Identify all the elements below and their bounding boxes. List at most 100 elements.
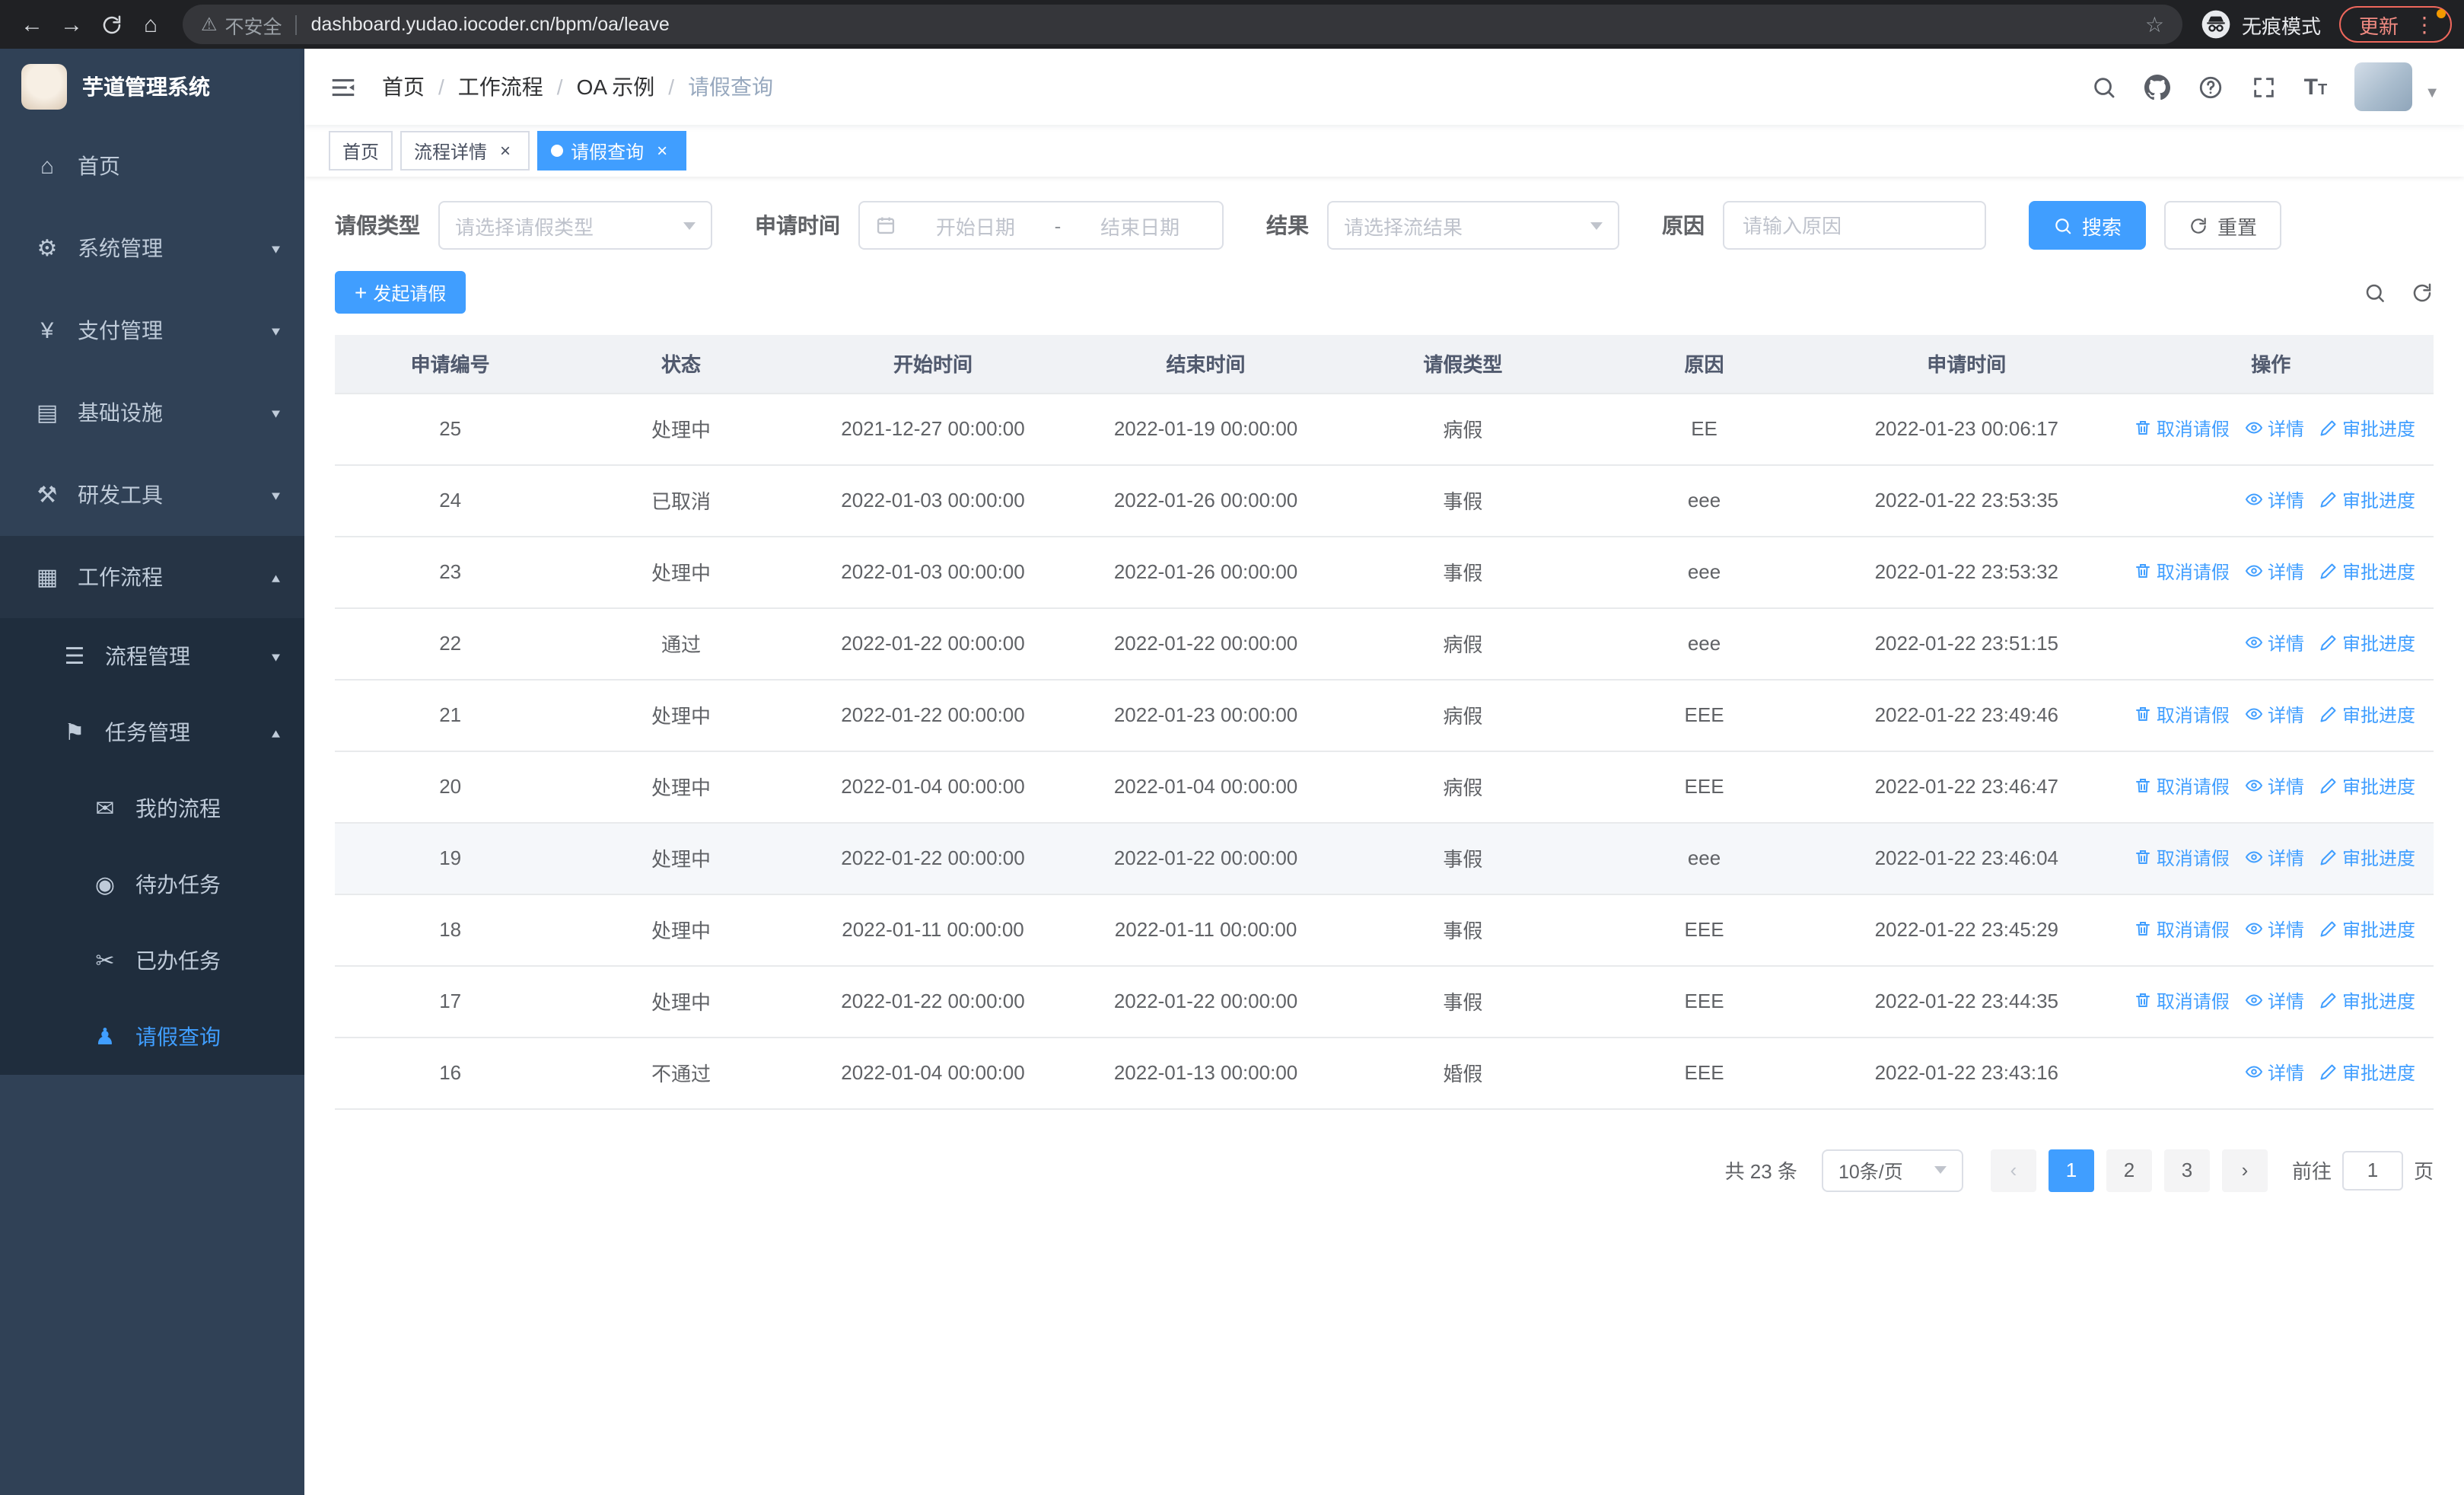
sidebar-item-task-mgmt[interactable]: ⚑ 任务管理 ▴ (0, 694, 304, 770)
table-row[interactable]: 18 处理中 2022-01-11 00:00:00 2022-01-11 00:00… (335, 894, 2434, 966)
cancel-leave-link[interactable]: 取消请假 (2134, 988, 2230, 1014)
detail-link[interactable]: 详情 (2245, 845, 2304, 871)
approval-progress-link[interactable]: 审批进度 (2319, 988, 2415, 1014)
sidebar-item-home[interactable]: ⌂ 首页 (0, 125, 304, 207)
help-icon[interactable] (2198, 74, 2224, 100)
browser-home-icon[interactable]: ⌂ (131, 5, 170, 44)
app-logo[interactable]: 芋道管理系统 (0, 49, 304, 125)
detail-link[interactable]: 详情 (2245, 916, 2304, 942)
detail-link[interactable]: 详情 (2245, 988, 2304, 1014)
leave-type-placeholder: 请选择请假类型 (455, 215, 594, 238)
sidebar-item-infrastructure[interactable]: ▤ 基础设施 ▾ (0, 371, 304, 454)
table-row[interactable]: 19 处理中 2022-01-22 00:00:00 2022-01-22 00:00… (335, 822, 2434, 894)
cancel-leave-link[interactable]: 取消请假 (2134, 416, 2230, 441)
page-size-select[interactable]: 10条/页 (1821, 1149, 1963, 1191)
sidebar-item-workflow[interactable]: ▦ 工作流程 ▴ (0, 536, 304, 618)
approval-progress-link[interactable]: 审批进度 (2319, 487, 2415, 513)
approval-progress-link[interactable]: 审批进度 (2319, 559, 2415, 585)
table-row[interactable]: 23 处理中 2022-01-03 00:00:00 2022-01-26 00:00… (335, 536, 2434, 608)
goto-prefix: 前往 (2291, 1160, 2332, 1183)
sidebar-item-todo-tasks[interactable]: ◉ 待办任务 (0, 846, 304, 923)
tab-leave-query[interactable]: 请假查询 × (537, 131, 687, 171)
approval-progress-link[interactable]: 审批进度 (2319, 702, 2415, 728)
search-icon[interactable] (2091, 74, 2117, 100)
sidebar-item-leave-query[interactable]: ♟ 请假查询 (0, 999, 304, 1075)
browser-forward-icon[interactable]: → (52, 5, 91, 44)
chevron-down-icon: ▾ (271, 487, 280, 504)
table-row[interactable]: 22 通过 2022-01-22 00:00:00 2022-01-22 00:00:… (335, 607, 2434, 680)
sidebar-toggle-icon[interactable] (329, 72, 358, 101)
sidebar-item-done-tasks[interactable]: ✂ 已办任务 (0, 923, 304, 999)
close-icon[interactable]: × (651, 140, 673, 161)
sidebar-item-system-mgmt[interactable]: ⚙ 系统管理 ▾ (0, 207, 304, 289)
table-row[interactable]: 16 不通过 2022-01-04 00:00:00 2022-01-13 00:00… (335, 1037, 2434, 1109)
active-tab-dot (551, 145, 564, 157)
approval-progress-link[interactable]: 审批进度 (2319, 1060, 2415, 1085)
page-button-1[interactable]: 1 (2048, 1149, 2094, 1191)
sidebar-item-my-process[interactable]: ✉ 我的流程 (0, 770, 304, 846)
url-text[interactable]: dashboard.yudao.iocoder.cn/bpm/oa/leave (311, 14, 2133, 35)
prev-page-button[interactable]: ‹ (1990, 1149, 2036, 1191)
reason-input[interactable] (1723, 201, 1986, 250)
page-button-3[interactable]: 3 (2163, 1149, 2210, 1191)
user-avatar[interactable] (2354, 62, 2413, 111)
browser-menu-icon[interactable]: ⋮ (2409, 9, 2446, 35)
table-row[interactable]: 25 处理中 2021-12-27 00:00:00 2022-01-19 00:00… (335, 393, 2434, 465)
apply-time-range-picker[interactable]: 开始日期 - 结束日期 (858, 201, 1224, 250)
browser-back-icon[interactable]: ← (12, 5, 52, 44)
user-menu-caret-icon[interactable]: ▼ (2424, 85, 2440, 111)
table-row[interactable]: 24 已取消 2022-01-03 00:00:00 2022-01-26 00:00… (335, 464, 2434, 537)
toggle-search-icon[interactable] (2364, 281, 2386, 304)
create-leave-button[interactable]: + 发起请假 (335, 271, 466, 314)
github-icon[interactable] (2144, 74, 2170, 100)
cancel-leave-link[interactable]: 取消请假 (2134, 559, 2230, 585)
page-button-2[interactable]: 2 (2106, 1149, 2152, 1191)
detail-link[interactable]: 详情 (2245, 416, 2304, 441)
next-page-button[interactable]: › (2221, 1149, 2268, 1191)
browser-reload-icon[interactable] (91, 5, 131, 44)
font-size-icon[interactable]: TT (2304, 75, 2328, 98)
approval-progress-link[interactable]: 审批进度 (2319, 630, 2415, 656)
sidebar-item-dev-tools[interactable]: ⚒ 研发工具 ▾ (0, 454, 304, 536)
approval-progress-link[interactable]: 审批进度 (2319, 916, 2415, 942)
tab-process-detail[interactable]: 流程详情 × (400, 131, 530, 171)
detail-link[interactable]: 详情 (2245, 559, 2304, 585)
table-row[interactable]: 20 处理中 2022-01-04 00:00:00 2022-01-04 00:00… (335, 751, 2434, 823)
breadcrumb-item-0[interactable]: 首页 (382, 72, 425, 102)
refresh-table-icon[interactable] (2411, 281, 2434, 304)
security-warning-icon[interactable]: ⚠ (201, 14, 218, 35)
search-button[interactable]: 搜索 (2029, 201, 2147, 250)
leave-type-select[interactable]: 请选择请假类型 (438, 201, 712, 250)
tab-home[interactable]: 首页 (329, 131, 393, 171)
detail-link[interactable]: 详情 (2245, 487, 2304, 513)
fullscreen-icon[interactable] (2251, 74, 2277, 100)
approval-progress-link[interactable]: 审批进度 (2319, 416, 2415, 441)
reset-button[interactable]: 重置 (2164, 201, 2282, 250)
cancel-leave-link[interactable]: 取消请假 (2134, 845, 2230, 871)
bookmark-star-icon[interactable]: ☆ (2145, 11, 2164, 37)
sidebar-item-process-mgmt[interactable]: ☰ 流程管理 ▾ (0, 618, 304, 694)
detail-link[interactable]: 详情 (2245, 702, 2304, 728)
close-icon[interactable]: × (495, 140, 516, 161)
cancel-leave-link[interactable]: 取消请假 (2134, 702, 2230, 728)
eye-icon (2245, 849, 2263, 867)
detail-link[interactable]: 详情 (2245, 630, 2304, 656)
cancel-leave-link[interactable]: 取消请假 (2134, 773, 2230, 799)
security-label[interactable]: 不安全 (225, 10, 282, 39)
result-select[interactable]: 请选择流结果 (1327, 201, 1619, 250)
url-bar[interactable]: ⚠ 不安全 dashboard.yudao.iocoder.cn/bpm/oa/… (183, 5, 2182, 44)
sidebar-item-payment-mgmt[interactable]: ¥ 支付管理 ▾ (0, 289, 304, 371)
cell-reason: EEE (1583, 894, 1826, 966)
breadcrumb-item-2[interactable]: OA 示例 (577, 72, 655, 102)
table-row[interactable]: 21 处理中 2022-01-22 00:00:00 2022-01-23 00:00… (335, 679, 2434, 751)
detail-link[interactable]: 详情 (2245, 1060, 2304, 1085)
approval-progress-link[interactable]: 审批进度 (2319, 773, 2415, 799)
cell-leave-type: 事假 (1342, 822, 1584, 894)
detail-link[interactable]: 详情 (2245, 773, 2304, 799)
browser-update-button[interactable]: 更新 ⋮ (2338, 6, 2452, 43)
cancel-leave-link[interactable]: 取消请假 (2134, 916, 2230, 942)
table-row[interactable]: 17 处理中 2022-01-22 00:00:00 2022-01-22 00:00… (335, 965, 2434, 1038)
approval-progress-link[interactable]: 审批进度 (2319, 845, 2415, 871)
breadcrumb-item-1[interactable]: 工作流程 (458, 72, 543, 102)
goto-page-input[interactable] (2341, 1150, 2403, 1190)
